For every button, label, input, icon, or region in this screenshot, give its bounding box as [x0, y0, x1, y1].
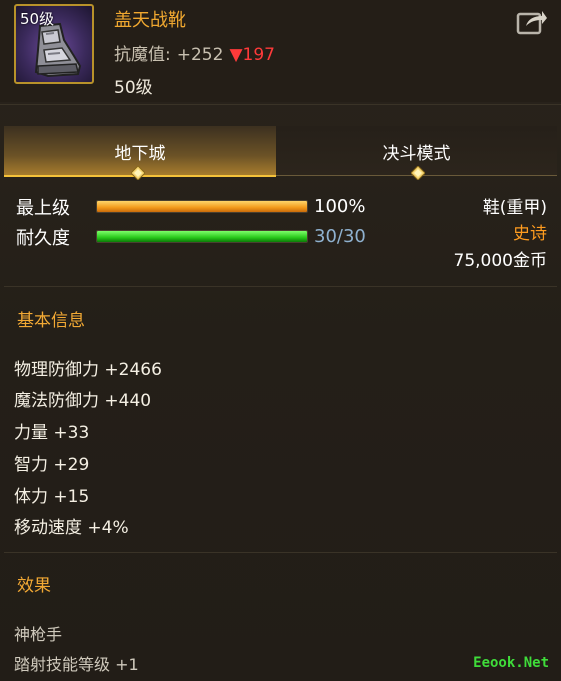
resist-row: 抗魔值: +252 ▼197: [114, 40, 275, 65]
stat-line: 力量 +33: [14, 423, 90, 443]
grade-bar-fill: [97, 201, 307, 212]
tab-dungeon-label: 地下城: [114, 144, 166, 164]
effect-line: 踏射技能等级 +1: [14, 655, 139, 674]
grade-bar: [96, 200, 308, 213]
share-icon[interactable]: [516, 8, 548, 36]
tab-marker-icon: [131, 166, 145, 180]
grade-value: 100%: [314, 196, 366, 217]
stat-line: 魔法防御力 +440: [14, 391, 152, 411]
effects-title: 效果: [17, 576, 51, 596]
item-price: 75,000金币: [453, 251, 547, 271]
stat-line: 体力 +15: [14, 487, 90, 507]
resist-value: +252: [176, 45, 224, 65]
boots-icon: [34, 22, 82, 78]
section-divider: [4, 286, 557, 287]
mode-tabs: 地下城 决斗模式: [4, 126, 557, 177]
tab-marker-icon: [411, 166, 425, 180]
tab-pvp-label: 决斗模式: [382, 144, 451, 164]
watermark: Eeook.Net: [473, 655, 549, 671]
stat-line: 智力 +29: [14, 455, 90, 475]
durability-bar-fill: [97, 231, 307, 242]
required-level: 50级: [114, 78, 153, 98]
durability-value: 30/30: [314, 226, 366, 247]
basic-info-title: 基本信息: [17, 311, 85, 331]
effect-line: 神枪手: [14, 625, 63, 644]
item-type: 鞋(重甲): [482, 198, 547, 218]
resist-difference: ▼197: [229, 45, 275, 65]
grade-label: 最上级: [16, 198, 70, 219]
item-icon-frame[interactable]: 50级: [14, 4, 94, 84]
stat-line: 移动速度 +4%: [14, 518, 129, 538]
item-rarity: 史诗: [513, 224, 547, 244]
durability-bar: [96, 230, 308, 243]
icon-level-badge: 50级: [20, 10, 55, 28]
stat-line: 物理防御力 +2466: [14, 360, 162, 380]
item-tooltip-panel: 50级 盖天战靴 抗魔值: +252 ▼197 50级 地下城 决斗模式 最上级 1…: [0, 0, 561, 681]
item-name: 盖天战靴: [114, 10, 186, 31]
section-divider: [4, 552, 557, 553]
header-divider: [0, 104, 561, 105]
durability-label: 耐久度: [16, 228, 70, 249]
resist-label: 抗魔值:: [114, 45, 171, 65]
